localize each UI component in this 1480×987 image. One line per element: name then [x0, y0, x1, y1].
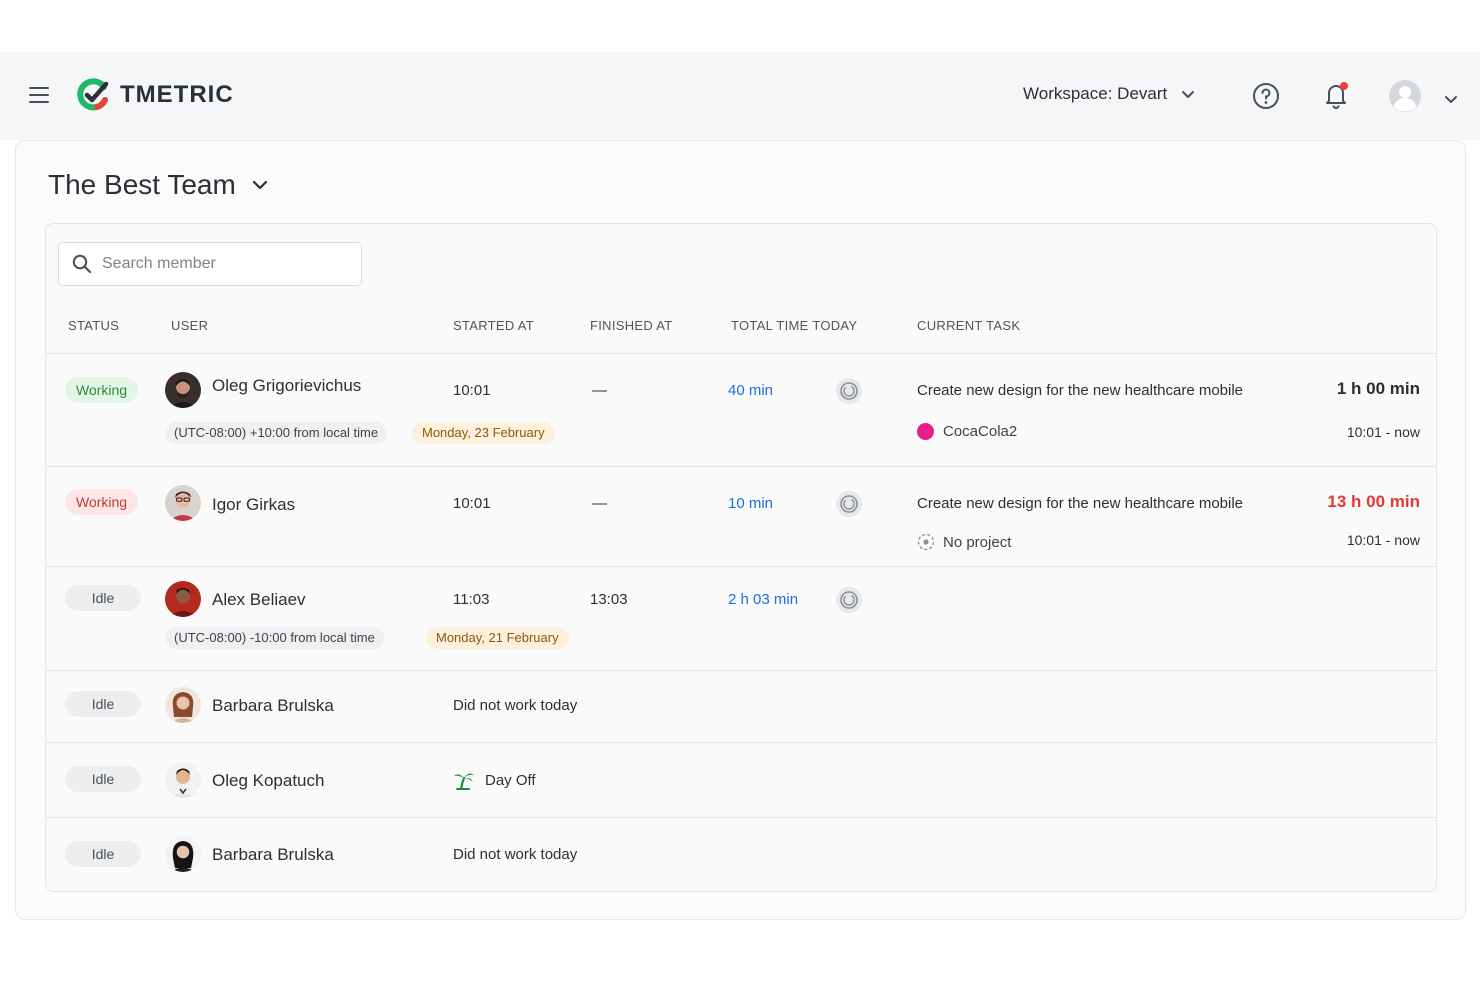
workspace-label: Workspace: Devart — [1023, 84, 1168, 103]
top-bar: TMETRIC Workspace: Devart — [0, 52, 1480, 140]
table-row[interactable]: Idle Barbara Brulska Did not work today — [46, 817, 1436, 891]
started-at: 11:03 — [453, 591, 490, 608]
user-name[interactable]: Alex Beliaev — [212, 590, 306, 610]
app-logo[interactable]: TMETRIC — [76, 78, 234, 112]
user-avatar-button[interactable] — [1388, 79, 1422, 118]
avatar — [165, 687, 201, 723]
timeline-button[interactable] — [836, 587, 862, 613]
finished-at: — — [592, 382, 607, 399]
chevron-down-icon — [1445, 96, 1457, 103]
search-input[interactable] — [102, 255, 342, 273]
avatar — [165, 836, 201, 872]
project-name: CocaCola2 — [943, 423, 1018, 440]
user-name[interactable]: Barbara Brulska — [212, 845, 334, 865]
column-header-status: STATUS — [68, 318, 120, 333]
day-off: Day Off — [453, 769, 536, 791]
search-box[interactable] — [58, 242, 362, 286]
current-task[interactable]: Create new design for the new healthcare… — [917, 382, 1243, 399]
column-header-current-task: CURRENT TASK — [917, 318, 1021, 333]
avatar — [165, 581, 201, 617]
status-badge: Working — [65, 489, 139, 515]
team-selector[interactable]: The Best Team — [48, 169, 268, 201]
palm-tree-icon — [454, 773, 474, 791]
table-row[interactable]: Working Igor Girkas 10:01 — 10 min Creat… — [46, 466, 1436, 566]
project-name: No project — [943, 533, 1012, 551]
timeline-button[interactable] — [836, 378, 862, 404]
timezone-badge: (UTC-08:00) +10:00 from local time — [165, 422, 388, 444]
members-table: STATUS USER STARTED AT FINISHED AT TOTAL… — [45, 223, 1437, 892]
task-duration: 13 h 00 min — [1327, 492, 1420, 511]
started-at: 10:01 — [453, 495, 491, 512]
status-badge: Working — [65, 377, 139, 403]
avatar — [165, 485, 201, 521]
started-at: 10:01 — [453, 382, 491, 399]
user-avatar-icon — [1389, 80, 1421, 112]
column-header-total-time: TOTAL TIME TODAY — [731, 318, 858, 333]
table-row[interactable]: Working Oleg Grigorievichus 10:01 — 40 m… — [46, 353, 1436, 466]
chevron-down-icon — [252, 180, 267, 190]
user-name[interactable]: Oleg Grigorievichus — [212, 376, 361, 396]
search-icon — [72, 254, 92, 274]
column-header-user: USER — [171, 318, 209, 333]
timeline-icon — [840, 591, 858, 609]
tmetric-logo-icon — [77, 78, 109, 111]
project-color-dot — [917, 423, 934, 440]
chevron-down-icon — [1182, 90, 1195, 98]
menu-icon[interactable] — [29, 87, 49, 104]
work-note: Did not work today — [453, 697, 578, 714]
project[interactable]: CocaCola2 — [917, 423, 1017, 440]
bell-icon — [1326, 82, 1348, 109]
day-off-label: Day Off — [485, 771, 536, 789]
table-row[interactable]: Idle Barbara Brulska Did not work today — [46, 670, 1436, 742]
notifications-button[interactable] — [1322, 80, 1350, 115]
table-row[interactable]: Idle Oleg Kopatuch Day Off — [46, 742, 1436, 817]
current-task[interactable]: Create new design for the new healthcare… — [917, 495, 1243, 512]
total-time[interactable]: 10 min — [728, 495, 773, 512]
app-name: TMETRIC — [120, 81, 234, 108]
page-title: The Best Team — [48, 169, 236, 200]
status-badge: Idle — [65, 585, 141, 611]
status-badge: Idle — [65, 841, 141, 867]
user-name[interactable]: Igor Girkas — [212, 495, 295, 515]
workspace-selector[interactable]: Workspace: Devart — [1023, 84, 1195, 104]
team-card: The Best Team STATUS USER STARTED AT FIN… — [15, 140, 1466, 920]
avatar — [165, 762, 201, 798]
project[interactable]: No project — [917, 533, 1011, 551]
finished-at: 13:03 — [590, 591, 628, 608]
avatar — [165, 372, 201, 408]
table-row[interactable]: Idle Alex Beliaev 11:03 13:03 2 h 03 min… — [46, 566, 1436, 670]
task-time-range: 10:01 - now — [1346, 532, 1420, 548]
user-name[interactable]: Oleg Kopatuch — [212, 771, 324, 791]
no-project-icon — [917, 533, 935, 551]
status-badge: Idle — [65, 766, 141, 792]
account-menu-button[interactable] — [1444, 91, 1458, 109]
help-icon — [1253, 83, 1279, 109]
finished-at: — — [592, 495, 607, 512]
total-time[interactable]: 40 min — [728, 382, 773, 399]
timeline-button[interactable] — [836, 491, 862, 517]
task-time-range: 10:01 - now — [1346, 424, 1420, 440]
timeline-icon — [840, 495, 858, 513]
task-duration: 1 h 00 min — [1336, 379, 1420, 398]
timeline-icon — [840, 382, 858, 400]
help-button[interactable] — [1252, 82, 1280, 115]
date-badge: Monday, 23 February — [412, 422, 555, 444]
column-header-finished-at: FINISHED AT — [590, 318, 673, 333]
column-header-started-at: STARTED AT — [453, 318, 535, 333]
work-note: Did not work today — [453, 846, 578, 863]
date-badge: Monday, 21 February — [426, 627, 569, 649]
user-name[interactable]: Barbara Brulska — [212, 696, 334, 716]
status-badge: Idle — [65, 691, 141, 717]
total-time[interactable]: 2 h 03 min — [728, 591, 798, 608]
timezone-badge: (UTC-08:00) -10:00 from local time — [165, 627, 384, 649]
